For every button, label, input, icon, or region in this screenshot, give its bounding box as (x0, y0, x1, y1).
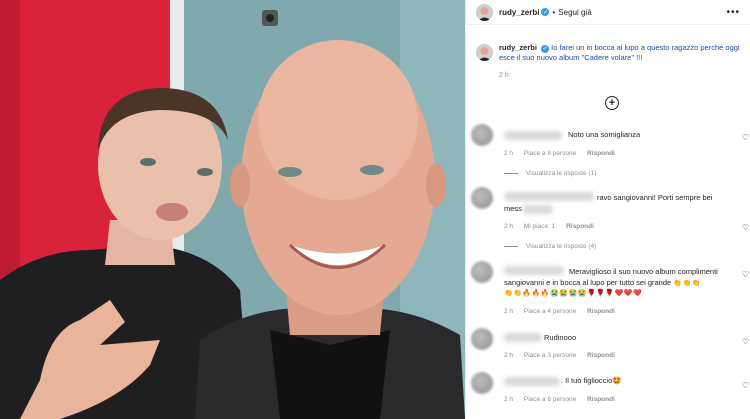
comment-time: 2 h (504, 396, 514, 403)
caption-username[interactable]: rudy_zerbi (499, 43, 537, 52)
reply-button[interactable]: Rispondi (587, 150, 615, 157)
reply-button[interactable]: Rispondi (587, 396, 615, 403)
post-username[interactable]: rudy_zerbi (499, 8, 539, 17)
comment-text-line2-body: sangiovanni e in bocca al lupo per tutto… (504, 278, 672, 287)
comment-likes[interactable]: Piace a 4 persone (524, 308, 576, 315)
blurred-username (504, 377, 560, 386)
comment-likes[interactable]: Piace a 6 persone (524, 396, 576, 403)
replies-line (504, 246, 518, 247)
add-circle-icon[interactable]: + (605, 96, 619, 110)
view-replies-label[interactable]: Visualizza le risposte (1) (526, 170, 596, 177)
comment-time: 2 h (504, 150, 514, 157)
selfie-image (0, 0, 465, 419)
reply-button[interactable]: Rispondi (566, 223, 594, 230)
blurred-text (523, 205, 553, 214)
comment-text-line2: mess (504, 204, 522, 213)
comment-text: Rudinooo (544, 333, 577, 342)
comment-likes[interactable]: Mi piace: 1 (524, 223, 555, 230)
comment-likes[interactable]: Piace a 8 persone (524, 150, 576, 157)
blurred-username (504, 333, 542, 342)
comment-avatar[interactable] (471, 187, 493, 209)
follow-state-button[interactable]: Segui già (558, 8, 591, 17)
post-header: rudy_zerbi ✓ • Segui già ••• (466, 0, 750, 25)
heart-icon[interactable]: ♡ (742, 133, 749, 142)
comment-text-line2: sangiovanni e in bocca al lupo per tutto… (504, 278, 744, 289)
comment-text: ravo sangiovanni! Porti sempre bei (597, 193, 713, 202)
separator-dot: • (552, 7, 556, 17)
more-options-icon[interactable]: ••• (726, 7, 740, 18)
heart-icon[interactable]: ♡ (742, 337, 749, 346)
comment-avatar[interactable] (471, 124, 493, 146)
comment-time: 2 h (504, 308, 514, 315)
replies-line (504, 173, 518, 174)
comment-time: 2 h (504, 223, 514, 230)
comment-meta: 2 h Piace a 8 persone Rispondi (504, 150, 624, 157)
comment-text: Meraviglioso il suo nuovo album complime… (569, 267, 718, 276)
view-replies[interactable]: Visualizza le risposte (4) (504, 243, 596, 250)
view-replies-label[interactable]: Visualizza le risposte (4) (526, 243, 596, 250)
verified-badge-icon: ✓ (541, 45, 550, 53)
caption-time: 2 h (499, 72, 509, 79)
post-side-panel: rudy_zerbi ✓ • Segui già ••• rudy_zerbi … (465, 0, 750, 419)
comment-text: . Il tuo figlioccio🤩 (561, 376, 622, 385)
comment-meta: 2 h Piace a 3 persone Rispondi (504, 352, 624, 359)
comment-emoji-line: 👏👏🔥🔥🔥😭😭😭😭🌹🌹🌹❤️❤️❤️ (504, 290, 643, 297)
comment-meta: 2 h Mi piace: 1 Rispondi (504, 223, 603, 230)
blurred-username (504, 131, 562, 140)
post-photo[interactable] (0, 0, 465, 419)
reply-button[interactable]: Rispondi (587, 352, 615, 359)
comment-avatar[interactable] (471, 328, 493, 350)
comment-emoji-trail: 👏👏👏 (673, 280, 701, 287)
comment-text: Noto una somiglianza (568, 130, 641, 139)
comment-meta: 2 h Piace a 6 persone Rispondi (504, 396, 624, 403)
avatar[interactable] (476, 3, 493, 21)
blurred-username (504, 266, 564, 275)
reply-button[interactable]: Rispondi (587, 308, 615, 315)
comment-time: 2 h (504, 352, 514, 359)
caption-avatar[interactable] (476, 44, 493, 61)
verified-badge-icon: ✓ (541, 8, 550, 16)
post-caption: rudy_zerbi ✓ Io farei un in bocca al lup… (466, 25, 750, 81)
heart-icon[interactable]: ♡ (742, 270, 749, 279)
heart-icon[interactable]: ♡ (742, 223, 749, 232)
view-replies[interactable]: Visualizza le risposte (1) (504, 170, 596, 177)
blurred-username (504, 192, 594, 201)
comment-avatar[interactable] (471, 372, 493, 394)
comment-avatar[interactable] (471, 261, 493, 283)
comment-likes[interactable]: Piace a 3 persone (524, 352, 576, 359)
heart-icon[interactable]: ♡ (742, 381, 749, 390)
comment-meta: 2 h Piace a 4 persone Rispondi (504, 308, 624, 315)
